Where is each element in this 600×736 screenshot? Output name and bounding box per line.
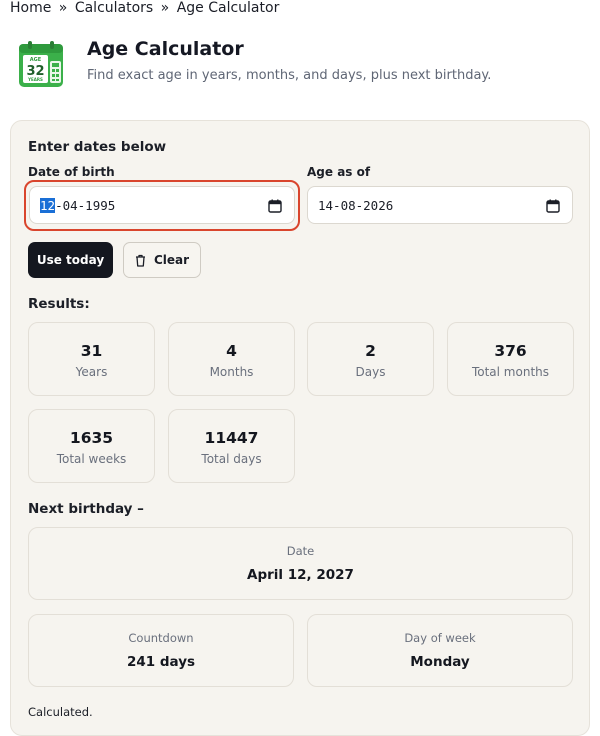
use-today-button[interactable]: Use today bbox=[28, 242, 113, 278]
countdown-card: Countdown 241 days bbox=[28, 614, 294, 687]
page-title: Age Calculator bbox=[87, 38, 244, 60]
form-section-title: Enter dates below bbox=[28, 139, 167, 155]
next-birthday-title: Next birthday – bbox=[28, 501, 144, 517]
page-header: AGE 32 YEARS Age Calculator Find exact a… bbox=[18, 38, 588, 90]
age-calendar-icon: AGE 32 YEARS bbox=[19, 41, 63, 87]
result-card-total-days: 11447 Total days bbox=[168, 409, 295, 483]
clear-button[interactable]: Clear bbox=[123, 242, 201, 278]
result-value: 1635 bbox=[69, 429, 114, 447]
result-value: 376 bbox=[494, 342, 527, 360]
day-of-week-label: Day of week bbox=[404, 631, 476, 645]
asof-label: Age as of bbox=[307, 165, 371, 179]
next-birthday-date-card: Date April 12, 2027 bbox=[28, 527, 573, 600]
result-card-days: 2 Days bbox=[307, 322, 434, 396]
day-of-week-card: Day of week Monday bbox=[307, 614, 573, 687]
countdown-label: Countdown bbox=[128, 631, 194, 645]
dob-selected-segment: 12 bbox=[40, 198, 56, 213]
breadcrumb-separator: » bbox=[160, 0, 170, 16]
result-value: 11447 bbox=[204, 429, 259, 447]
trash-icon bbox=[135, 254, 145, 267]
result-card-months: 4 Months bbox=[168, 322, 295, 396]
breadcrumb: Home » Calculators » Age Calculator bbox=[10, 0, 282, 16]
result-label: Total weeks bbox=[56, 452, 127, 466]
result-card-total-weeks: 1635 Total weeks bbox=[28, 409, 155, 483]
next-birthday-date-value: April 12, 2027 bbox=[247, 567, 354, 583]
breadcrumb-separator: » bbox=[58, 0, 68, 16]
next-birthday-date-label: Date bbox=[286, 544, 315, 558]
result-value: 31 bbox=[80, 342, 103, 360]
asof-value: 14-08-2026 bbox=[318, 198, 394, 213]
dob-value: 12-04-1995 bbox=[40, 198, 115, 213]
breadcrumb-calculators-link[interactable]: Calculators bbox=[75, 0, 153, 16]
asof-date-input[interactable]: 14-08-2026 bbox=[307, 186, 573, 224]
calendar-icon[interactable] bbox=[268, 199, 282, 213]
dob-value-rest: -04-1995 bbox=[55, 198, 116, 213]
use-today-label: Use today bbox=[36, 253, 105, 267]
breadcrumb-home-link[interactable]: Home bbox=[10, 0, 51, 16]
breadcrumb-current: Age Calculator bbox=[176, 0, 280, 16]
result-label: Total days bbox=[201, 452, 262, 466]
result-card-total-months: 376 Total months bbox=[447, 322, 574, 396]
dob-date-input[interactable]: 12-04-1995 bbox=[29, 186, 295, 224]
page-subtitle: Find exact age in years, months, and day… bbox=[87, 68, 492, 83]
result-label: Months bbox=[209, 365, 254, 379]
day-of-week-value: Monday bbox=[410, 654, 470, 670]
result-value: 4 bbox=[226, 342, 237, 360]
clear-label: Clear bbox=[153, 253, 190, 267]
result-label: Years bbox=[75, 365, 108, 379]
result-card-years: 31 Years bbox=[28, 322, 155, 396]
result-value: 2 bbox=[365, 342, 376, 360]
calendar-icon[interactable] bbox=[546, 199, 560, 213]
icon-bottom-text: YEARS bbox=[27, 77, 43, 82]
dob-label: Date of birth bbox=[28, 165, 115, 179]
result-label: Total months bbox=[471, 365, 550, 379]
status-text: Calculated. bbox=[28, 705, 93, 719]
results-title: Results: bbox=[28, 296, 90, 312]
icon-top-text: AGE bbox=[30, 57, 42, 63]
result-label: Days bbox=[355, 365, 386, 379]
countdown-value: 241 days bbox=[126, 654, 196, 670]
calculator-card: Enter dates below Date of birth 12-04-19… bbox=[10, 120, 590, 736]
